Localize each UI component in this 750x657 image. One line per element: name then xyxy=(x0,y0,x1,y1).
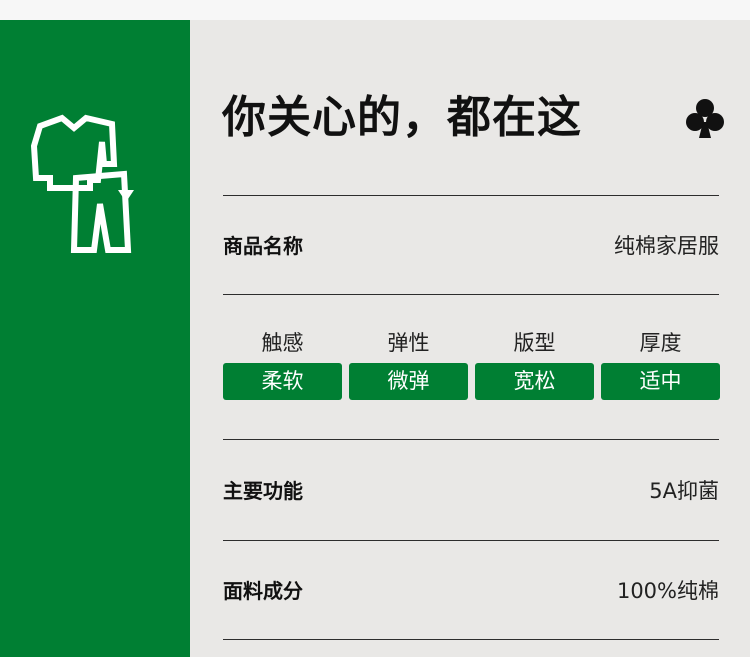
divider-2 xyxy=(223,294,719,295)
divider-3 xyxy=(223,439,719,440)
divider-1 xyxy=(223,195,719,196)
product-name-value: 纯棉家居服 xyxy=(614,234,719,258)
material-label: 面料成分 xyxy=(223,579,303,603)
sidebar xyxy=(0,20,190,657)
attr-touch: 触感 柔软 xyxy=(223,328,342,400)
attr-touch-tag: 柔软 xyxy=(223,363,342,400)
attr-thickness-tag: 适中 xyxy=(601,363,720,400)
divider-4 xyxy=(223,540,719,541)
attr-elasticity: 弹性 微弹 xyxy=(349,328,468,400)
attr-thickness: 厚度 适中 xyxy=(601,328,720,400)
attr-touch-name: 触感 xyxy=(261,331,304,355)
attr-thickness-name: 厚度 xyxy=(639,331,682,355)
main-function-value: 5A抑菌 xyxy=(649,479,719,503)
top-strip xyxy=(0,0,750,20)
attr-fit-tag: 宽松 xyxy=(475,363,594,400)
attr-elasticity-tag: 微弹 xyxy=(349,363,468,400)
product-name-label: 商品名称 xyxy=(223,234,303,258)
clothing-icon xyxy=(30,114,134,253)
material-value: 100%纯棉 xyxy=(616,579,719,603)
attr-fit-name: 版型 xyxy=(513,331,556,355)
club-icon xyxy=(686,99,724,138)
attr-fit: 版型 宽松 xyxy=(475,328,594,400)
page-title: 你关心的，都在这 xyxy=(222,92,582,143)
divider-5 xyxy=(223,639,719,640)
attr-elasticity-name: 弹性 xyxy=(387,331,430,355)
main-function-label: 主要功能 xyxy=(223,479,303,503)
